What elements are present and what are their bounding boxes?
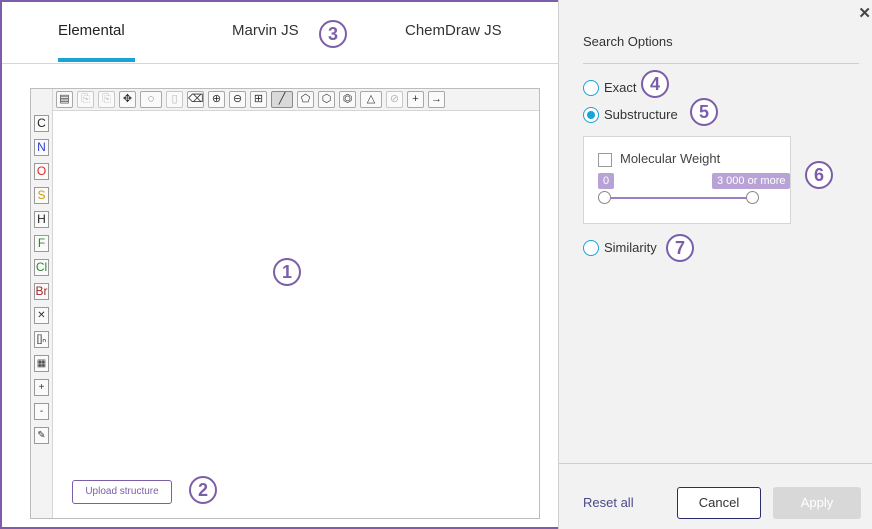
new-doc-icon[interactable]: ▯ (166, 91, 183, 108)
eraser-icon[interactable]: ⌫ (187, 91, 204, 108)
clipboard-icon[interactable]: ▤ (56, 91, 73, 108)
reset-all-link[interactable]: Reset all (583, 495, 634, 510)
drawing-canvas[interactable]: El▤⎘⎘✥◌▯⌫⊕⊖⊞╱⬠⬡⏣△⊘+→ CNOSHF Cl Br ✕ []ₙ ▦ + - ✎ (30, 88, 540, 519)
element-br-button[interactable]: Br (34, 283, 49, 300)
periodic-table-icon[interactable]: ✕ (34, 307, 49, 324)
chart-icon[interactable]: ▦ (34, 355, 49, 372)
zoom-in-icon[interactable]: ⊕ (208, 91, 225, 108)
option-label-similarity: Similarity (604, 240, 657, 255)
element-s-button[interactable]: S (34, 187, 49, 204)
paste-icon[interactable]: ⎘ (77, 91, 94, 108)
element-c-button[interactable]: C (34, 115, 49, 132)
zoom-out-icon[interactable]: ⊖ (229, 91, 246, 108)
paste-alt-icon[interactable]: ⎘ (98, 91, 115, 108)
grid-icon[interactable]: ⊞ (250, 91, 267, 108)
apply-button[interactable]: Apply (773, 487, 861, 519)
element-f-button[interactable]: F (34, 235, 49, 252)
search-options-panel: ✕ Search Options Exact Substructure Mole… (558, 0, 872, 529)
callout-2: 2 (189, 476, 217, 504)
molecular-weight-checkbox[interactable] (598, 153, 612, 167)
divider (583, 63, 859, 64)
slider-min-badge: 0 (598, 173, 615, 189)
option-label-exact: Exact (604, 80, 637, 95)
pentagon-icon[interactable]: ⬠ (297, 91, 314, 108)
molecular-weight-slider-track[interactable] (604, 197, 752, 199)
plus-icon[interactable]: + (407, 91, 424, 108)
callout-3: 3 (319, 20, 347, 48)
close-icon[interactable]: ✕ (858, 4, 871, 22)
search-options-title: Search Options (583, 34, 673, 49)
move-icon[interactable]: ✥ (119, 91, 136, 108)
radio-substructure[interactable] (583, 107, 599, 123)
tab-marvin-js[interactable]: Marvin JS (232, 22, 299, 39)
slider-min-handle[interactable] (598, 191, 611, 204)
slider-max-handle[interactable] (746, 191, 759, 204)
radio-exact[interactable] (583, 80, 599, 96)
tab-elemental[interactable]: Elemental (58, 22, 125, 39)
callout-4: 4 (641, 70, 669, 98)
lasso-icon[interactable]: ◌ (140, 91, 162, 108)
edit-icon[interactable]: ✎ (34, 427, 49, 444)
upload-structure-button[interactable]: Upload structure (72, 480, 172, 504)
molecular-weight-label: Molecular Weight (620, 151, 721, 166)
editor-tabs: Elemental Marvin JS ChemDraw JS (2, 2, 558, 64)
element-n-button[interactable]: N (34, 139, 49, 156)
radio-similarity[interactable] (583, 240, 599, 256)
panel-footer: Reset all Cancel Apply (559, 463, 872, 529)
callout-7: 7 (666, 234, 694, 262)
hexagon-icon[interactable]: ⬡ (318, 91, 335, 108)
cancel-button[interactable]: Cancel (677, 487, 761, 519)
element-o-button[interactable]: O (34, 163, 49, 180)
element-cl-button[interactable]: Cl (34, 259, 49, 276)
slider-max-badge: 3 000 or more (712, 173, 791, 189)
molecular-weight-filter: Molecular Weight 0 3 000 or more (583, 136, 791, 224)
template-icon[interactable]: ⊘ (386, 91, 403, 108)
tab-chemdraw-js[interactable]: ChemDraw JS (405, 22, 502, 39)
active-tab-indicator (58, 58, 135, 62)
triangle-icon[interactable]: △ (360, 91, 382, 108)
element-h-button[interactable]: H (34, 211, 49, 228)
callout-6: 6 (805, 161, 833, 189)
option-label-substructure: Substructure (604, 107, 678, 122)
charge-minus-icon[interactable]: - (34, 403, 49, 420)
arrow-icon[interactable]: → (428, 91, 445, 108)
charge-plus-icon[interactable]: + (34, 379, 49, 396)
benzene-icon[interactable]: ⏣ (339, 91, 356, 108)
bond-icon[interactable]: ╱ (271, 91, 293, 108)
callout-5: 5 (690, 98, 718, 126)
editor-left-toolbar: C N O S H F Cl Br ✕ []ₙ ▦ + - ✎ (31, 89, 53, 518)
callout-1: 1 (273, 258, 301, 286)
editor-top-toolbar: El▤⎘⎘✥◌▯⌫⊕⊖⊞╱⬠⬡⏣△⊘+→ (31, 89, 539, 111)
bracket-icon[interactable]: []ₙ (34, 331, 49, 348)
